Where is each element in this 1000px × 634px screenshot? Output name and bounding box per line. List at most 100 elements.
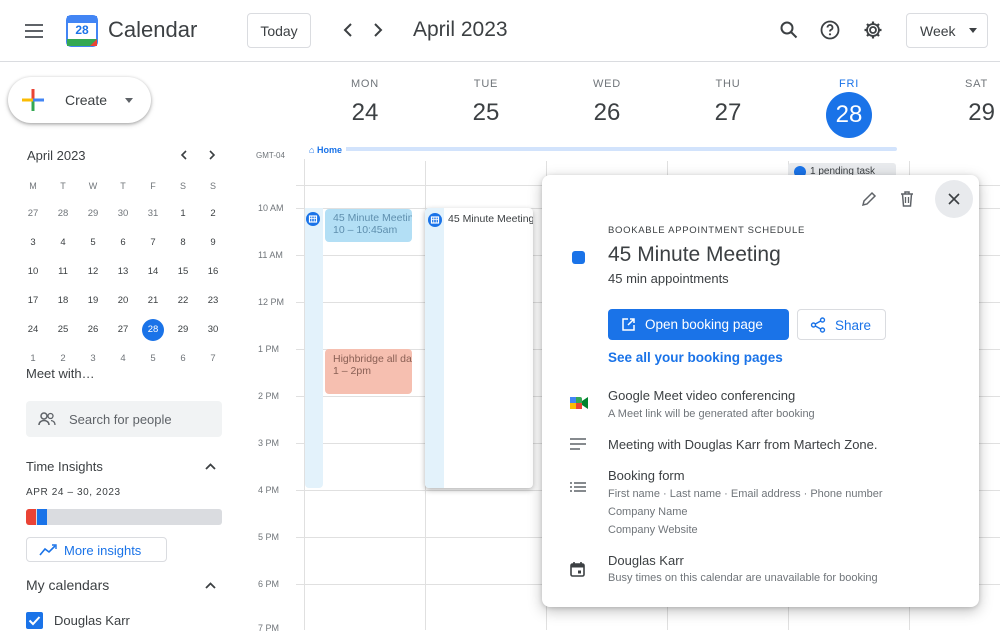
mini-day[interactable]: 17 xyxy=(18,295,48,306)
mini-day[interactable]: 3 xyxy=(18,237,48,248)
day-header-thu[interactable]: THU 27 xyxy=(668,78,788,128)
mini-day[interactable]: 10 xyxy=(18,266,48,277)
mini-day[interactable]: 27 xyxy=(108,324,138,335)
time-insights-heading: Time Insights xyxy=(26,459,103,474)
mini-day[interactable]: 27 xyxy=(18,208,48,219)
day-header-fri[interactable]: FRI 28 xyxy=(789,78,909,138)
help-icon[interactable] xyxy=(817,17,843,43)
mini-day[interactable]: 7 xyxy=(198,353,228,364)
hour-label: 1 PM xyxy=(258,344,280,354)
create-button[interactable]: Create xyxy=(8,77,151,123)
mini-day[interactable]: 14 xyxy=(138,266,168,277)
event-45-minute-meeting-mon[interactable]: 45 Minute Meeting 10 – 10:45am xyxy=(325,209,412,242)
day-header-mon[interactable]: MON 24 xyxy=(305,78,425,128)
day-header-tue[interactable]: TUE 25 xyxy=(426,78,546,128)
settings-gear-icon[interactable] xyxy=(860,17,886,43)
prev-week-chevron-icon[interactable] xyxy=(336,18,360,42)
mini-day[interactable]: 8 xyxy=(168,237,198,248)
mini-day[interactable]: 1 xyxy=(18,353,48,364)
home-chip[interactable]: ⌂ Home xyxy=(305,143,346,157)
mini-day[interactable]: 23 xyxy=(198,295,228,306)
mini-day[interactable]: 1 xyxy=(168,208,198,219)
open-booking-label: Open booking page xyxy=(645,317,763,332)
event-time: 1 – 2pm xyxy=(333,365,371,377)
day-header-wed[interactable]: WED 26 xyxy=(547,78,667,128)
event-time: 10 – 10:45am xyxy=(333,224,398,236)
event-45-minute-meeting-tue[interactable]: 45 Minute Meeting xyxy=(425,208,533,488)
mini-day[interactable]: 2 xyxy=(48,353,78,364)
main-menu-icon[interactable] xyxy=(20,17,48,45)
share-icon xyxy=(810,317,826,333)
schedule-band-mon[interactable] xyxy=(305,208,323,488)
mini-day[interactable]: 12 xyxy=(78,266,108,277)
mini-day[interactable]: 9 xyxy=(198,237,228,248)
event-title: 45 Minute Meeting xyxy=(333,212,412,224)
event-highbridge[interactable]: Highbridge all day 1 – 2pm xyxy=(325,349,412,394)
timezone-label: GMT-04 xyxy=(256,151,285,160)
mini-day[interactable]: 13 xyxy=(108,266,138,277)
appointment-icon xyxy=(428,213,442,227)
mini-day[interactable]: 21 xyxy=(138,295,168,306)
more-insights-button[interactable]: More insights xyxy=(26,537,167,562)
mini-day[interactable]: 26 xyxy=(78,324,108,335)
mini-day[interactable]: 19 xyxy=(78,295,108,306)
mini-day[interactable]: 4 xyxy=(108,353,138,364)
see-all-booking-pages-link[interactable]: See all your booking pages xyxy=(608,350,783,365)
mini-day[interactable]: 31 xyxy=(138,208,168,219)
mini-day[interactable]: 18 xyxy=(48,295,78,306)
today-button[interactable]: Today xyxy=(247,13,311,48)
search-people-input[interactable]: Search for people xyxy=(26,401,222,437)
logo-number: 28 xyxy=(75,23,89,37)
mini-dow: T xyxy=(60,181,66,191)
edit-pencil-icon[interactable] xyxy=(857,187,881,211)
day-dow: TUE xyxy=(473,78,499,90)
mini-day[interactable]: 6 xyxy=(108,237,138,248)
meeting-description: Meeting with Douglas Karr from Martech Z… xyxy=(608,437,878,452)
mini-day[interactable]: 29 xyxy=(168,324,198,335)
mini-day[interactable]: 2 xyxy=(198,208,228,219)
popup-kicker: BOOKABLE APPOINTMENT SCHEDULE xyxy=(608,225,805,236)
view-select[interactable]: Week xyxy=(906,13,988,48)
open-booking-page-button[interactable]: Open booking page xyxy=(608,309,789,340)
share-button[interactable]: Share xyxy=(797,309,886,340)
mini-next-chevron-icon[interactable] xyxy=(204,146,220,164)
mini-day[interactable]: 30 xyxy=(198,324,228,335)
mini-day[interactable]: 5 xyxy=(138,353,168,364)
mini-day[interactable]: 3 xyxy=(78,353,108,364)
close-icon[interactable] xyxy=(935,180,973,218)
mini-day[interactable]: 25 xyxy=(48,324,78,335)
mini-day[interactable]: 24 xyxy=(18,324,48,335)
mini-week-row: 10 11 12 13 14 15 16 xyxy=(18,257,228,286)
my-calendars-heading: My calendars xyxy=(26,577,110,593)
mini-day[interactable]: 30 xyxy=(108,208,138,219)
event-details-popup: BOOKABLE APPOINTMENT SCHEDULE 45 Minute … xyxy=(542,175,979,607)
mini-day-today[interactable]: 28 xyxy=(142,318,164,341)
mini-day[interactable]: 16 xyxy=(198,266,228,277)
mini-day[interactable]: 11 xyxy=(48,266,78,277)
collapse-calendars-chevron-icon[interactable] xyxy=(202,578,218,592)
mini-day[interactable]: 20 xyxy=(108,295,138,306)
mini-dow: W xyxy=(88,181,98,191)
mini-day[interactable]: 5 xyxy=(78,237,108,248)
chevron-down-icon xyxy=(969,28,977,33)
mini-dow: F xyxy=(150,181,156,191)
delete-trash-icon[interactable] xyxy=(895,187,919,211)
mini-day[interactable]: 4 xyxy=(48,237,78,248)
mini-day[interactable]: 7 xyxy=(138,237,168,248)
search-icon[interactable] xyxy=(776,17,802,43)
insights-bar xyxy=(26,509,222,525)
app-name: Calendar xyxy=(108,17,198,42)
mini-day[interactable]: 15 xyxy=(168,266,198,277)
plus-icon xyxy=(22,89,44,111)
mini-day[interactable]: 22 xyxy=(168,295,198,306)
mini-prev-chevron-icon[interactable] xyxy=(175,146,191,164)
collapse-insights-chevron-icon[interactable] xyxy=(202,459,218,473)
day-header-sat[interactable]: SAT 29 xyxy=(910,78,1000,128)
calendar-logo-icon[interactable]: 28 xyxy=(66,15,98,47)
insights-range: APR 24 – 30, 2023 xyxy=(26,487,121,498)
mini-day[interactable]: 28 xyxy=(48,208,78,219)
next-week-chevron-icon[interactable] xyxy=(366,18,390,42)
mini-day[interactable]: 29 xyxy=(78,208,108,219)
calendar-checkbox[interactable] xyxy=(26,612,43,629)
mini-day[interactable]: 6 xyxy=(168,353,198,364)
